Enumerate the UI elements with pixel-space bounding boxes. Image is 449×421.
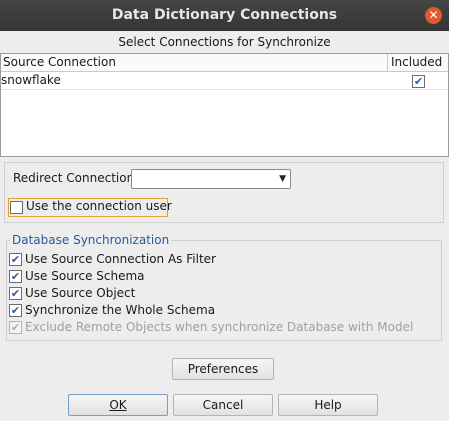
redirect-connection-select[interactable]: ▼ [131, 169, 291, 189]
included-checkbox[interactable]: ✔ [412, 75, 425, 88]
ok-button[interactable]: OK [68, 394, 168, 416]
check-icon: ✔ [10, 253, 21, 266]
use-connection-user-checkbox[interactable] [10, 201, 23, 214]
check-icon: ✔ [413, 75, 424, 88]
column-header-source-connection[interactable]: Source Connection [3, 54, 116, 71]
option-label[interactable]: Use Source Schema [25, 269, 145, 284]
connection-name-cell: snowflake [1, 73, 61, 87]
window-title: Data Dictionary Connections [111, 7, 338, 23]
option-label[interactable]: Use Source Connection As Filter [25, 252, 216, 267]
table-header: Source Connection Included [1, 54, 448, 72]
checkbox[interactable]: ✔ [9, 270, 22, 283]
ok-button-label: OK [109, 398, 127, 412]
checkbox[interactable]: ✔ [9, 253, 22, 266]
window-titlebar: Data Dictionary Connections [0, 0, 449, 31]
database-synchronization-legend: Database Synchronization [10, 233, 172, 248]
column-header-included[interactable]: Included [387, 54, 448, 71]
help-button[interactable]: Help [278, 394, 378, 416]
option-label[interactable]: Use Source Object [25, 286, 135, 301]
help-button-label: Help [314, 398, 342, 412]
check-icon: ✔ [10, 270, 21, 283]
checkbox[interactable]: ✔ [9, 287, 22, 300]
option-label: Exclude Remote Objects when synchronize … [25, 320, 414, 334]
connections-table: Source Connection Included snowflake ✔ [0, 53, 449, 157]
close-icon[interactable]: ✕ [425, 7, 442, 24]
cancel-button[interactable]: Cancel [173, 394, 273, 416]
check-icon: ✔ [10, 321, 21, 334]
dialog-subtitle: Select Connections for Synchronize [118, 35, 331, 49]
check-icon: ✔ [10, 304, 21, 317]
use-connection-user-label[interactable]: Use the connection user [26, 199, 172, 214]
check-icon: ✔ [10, 287, 21, 300]
table-row[interactable]: snowflake ✔ [1, 72, 448, 90]
preferences-button[interactable]: Preferences [172, 358, 274, 380]
checkbox[interactable]: ✔ [9, 304, 22, 317]
chevron-down-icon: ▼ [279, 174, 286, 184]
cancel-button-label: Cancel [202, 398, 244, 412]
option-label[interactable]: Synchronize the Whole Schema [25, 303, 215, 318]
checkbox: ✔ [9, 321, 22, 334]
redirect-connection-label: Redirect Connection [13, 171, 135, 185]
